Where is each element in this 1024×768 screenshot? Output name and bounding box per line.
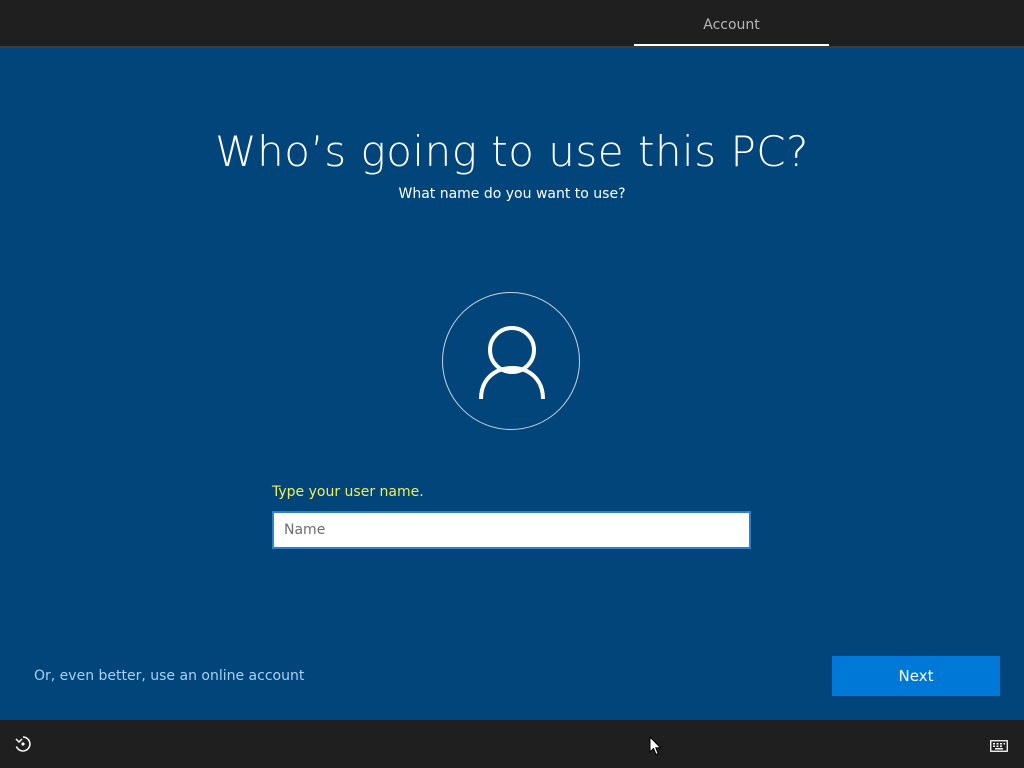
next-button[interactable]: Next bbox=[832, 656, 1000, 696]
ease-of-access-icon[interactable] bbox=[14, 735, 32, 757]
bottom-bar bbox=[0, 720, 1024, 768]
keyboard-icon[interactable] bbox=[990, 737, 1008, 756]
online-account-link[interactable]: Or, even better, use an online account bbox=[34, 668, 304, 684]
avatar bbox=[442, 292, 580, 430]
username-input[interactable] bbox=[272, 511, 751, 549]
tab-account[interactable]: Account bbox=[634, 0, 829, 46]
username-label: Type your user name. bbox=[272, 484, 424, 500]
mouse-cursor-icon bbox=[649, 735, 662, 760]
page-title: Who’s going to use this PC? bbox=[215, 127, 809, 176]
user-icon bbox=[479, 326, 545, 400]
top-bar: Account bbox=[0, 0, 1024, 48]
page-subtitle: What name do you want to use? bbox=[398, 186, 626, 202]
